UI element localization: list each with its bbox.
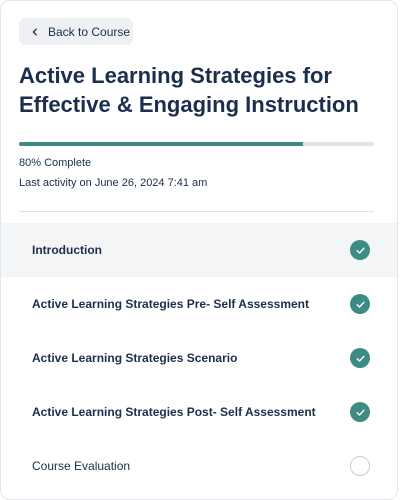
lesson-item-course-evaluation[interactable]: Course Evaluation xyxy=(1,439,397,493)
lesson-title: Active Learning Strategies Scenario xyxy=(32,351,238,365)
divider xyxy=(19,211,374,212)
chevron-left-icon xyxy=(32,28,37,35)
lesson-item-pre-self-assessment[interactable]: Active Learning Strategies Pre- Self Ass… xyxy=(1,277,397,331)
check-circle-icon xyxy=(350,240,370,260)
last-activity-text: Last activity on June 26, 2024 7:41 am xyxy=(19,177,208,189)
course-title: Active Learning Strategies for Effective… xyxy=(19,63,359,117)
lesson-item-scenario[interactable]: Active Learning Strategies Scenario xyxy=(1,331,397,385)
progress-bar-fill xyxy=(19,142,303,146)
back-to-course-button[interactable]: Back to Course xyxy=(19,18,133,45)
lesson-title: Introduction xyxy=(32,243,102,257)
check-circle-icon xyxy=(350,402,370,422)
empty-circle-icon xyxy=(350,456,370,476)
lesson-item-introduction[interactable]: Introduction xyxy=(1,223,397,277)
lesson-title: Active Learning Strategies Pre- Self Ass… xyxy=(32,297,309,311)
course-progress-panel: Back to Course Active Learning Strategie… xyxy=(0,0,398,500)
lesson-title: Active Learning Strategies Post- Self As… xyxy=(32,405,316,419)
lesson-item-post-self-assessment[interactable]: Active Learning Strategies Post- Self As… xyxy=(1,385,397,439)
lesson-title: Course Evaluation xyxy=(32,459,131,473)
check-circle-icon xyxy=(350,294,370,314)
lesson-list: Introduction Active Learning Strategies … xyxy=(1,223,397,493)
progress-bar xyxy=(19,142,374,146)
back-to-course-label: Back to Course xyxy=(48,24,131,39)
check-circle-icon xyxy=(350,348,370,368)
progress-label: 80% Complete xyxy=(19,157,92,169)
